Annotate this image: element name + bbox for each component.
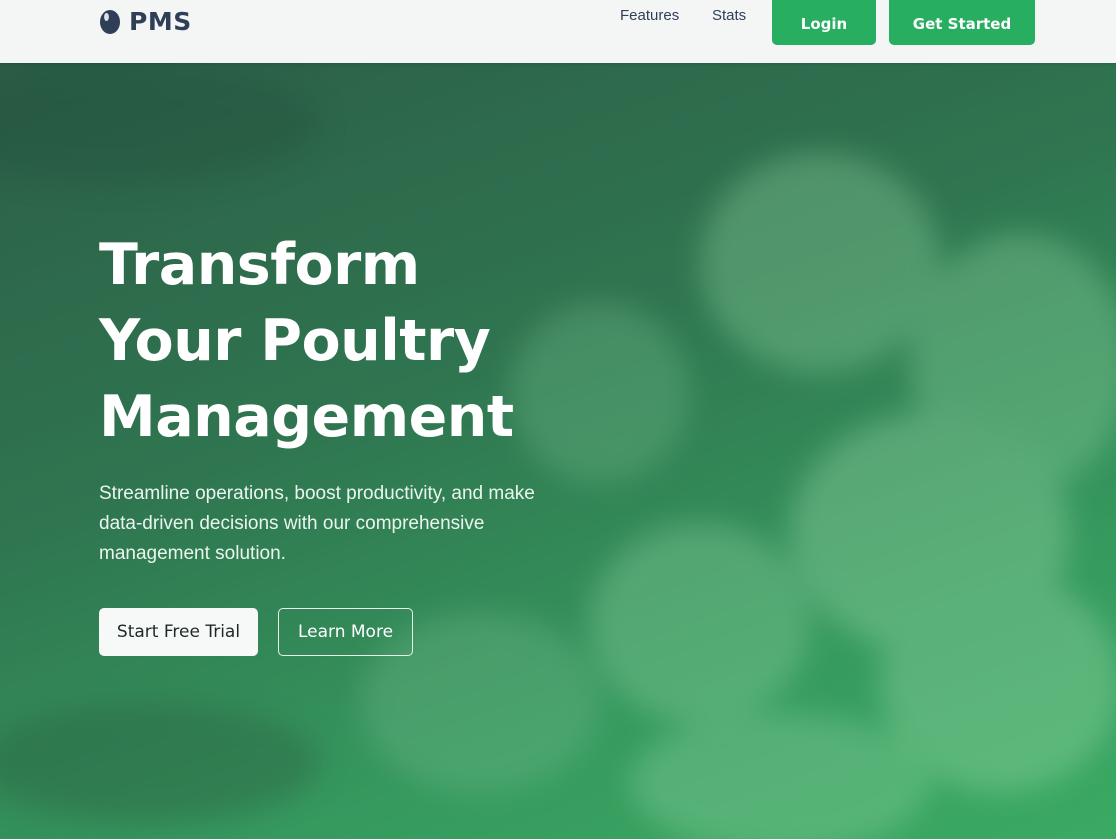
hero-title-line: Transform: [99, 232, 420, 298]
login-button[interactable]: Login: [772, 0, 876, 45]
hero-section: Transform Your Poultry Management Stream…: [0, 63, 1116, 839]
brand-logo[interactable]: PMS: [99, 4, 192, 38]
hero-title: Transform Your Poultry Management: [99, 227, 619, 455]
hero-subtitle: Streamline operations, boost productivit…: [99, 483, 535, 564]
egg-icon: [100, 10, 120, 34]
hero-actions: Start Free Trial Learn More: [99, 608, 413, 656]
learn-more-button[interactable]: Learn More: [278, 608, 413, 656]
start-free-trial-button[interactable]: Start Free Trial: [99, 608, 258, 656]
nav-link-features[interactable]: Features: [620, 7, 679, 24]
nav-link-stats[interactable]: Stats: [712, 7, 746, 24]
hero-title-line: Management: [99, 384, 514, 450]
brand-name: PMS: [129, 6, 192, 36]
hero-content: Transform Your Poultry Management Stream…: [99, 227, 619, 569]
get-started-button[interactable]: Get Started: [889, 0, 1035, 45]
top-navbar: PMS Features Stats Login Get Started: [0, 0, 1116, 63]
hero-title-line: Your Poultry: [99, 308, 491, 374]
